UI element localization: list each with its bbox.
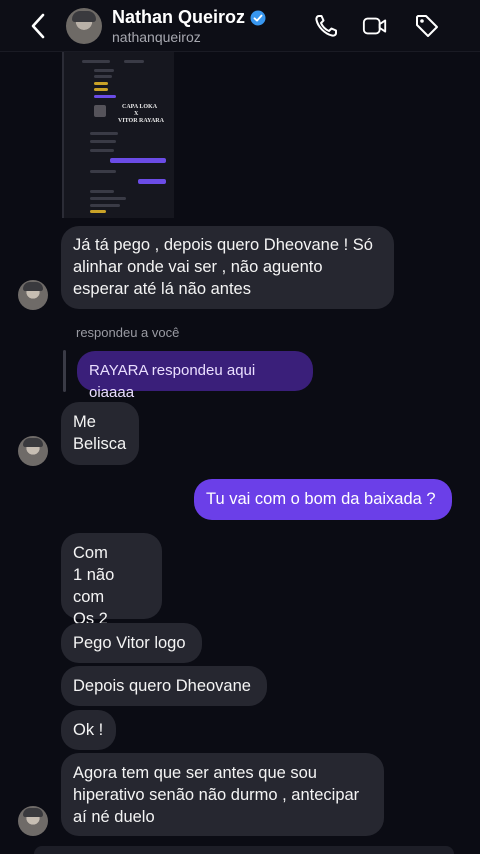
video-call-icon[interactable]	[362, 13, 388, 39]
message-bubble-out[interactable]: Tu vai com o bom da baixada ?	[194, 479, 452, 520]
contact-name[interactable]: Nathan Queiroz	[112, 7, 245, 28]
verified-badge-icon	[250, 10, 266, 25]
back-icon[interactable]	[26, 12, 52, 40]
quoted-reply-bubble[interactable]: RAYARA respondeu aqui oiaaaa	[77, 351, 313, 401]
message-bubble-in[interactable]: Pego Vitor logo	[61, 623, 202, 663]
contact-handle: nathanqueiroz	[112, 29, 201, 45]
tag-icon[interactable]	[414, 13, 440, 39]
sender-avatar[interactable]	[18, 436, 48, 466]
shared-screenshot-image[interactable]: CAPA LOKA X VITOR RAYARA	[62, 52, 174, 218]
reply-quote-bar	[63, 350, 66, 392]
reply-context-label: respondeu a você	[76, 325, 180, 340]
message-bubble-in[interactable]: Me Belisca	[61, 402, 139, 465]
message-bubble-in[interactable]: Já tá pego , depois quero Dheovane ! Só …	[61, 226, 394, 309]
shared-image-caption-3: VITOR RAYARA	[118, 118, 164, 124]
shared-image-caption-1: CAPA LOKA	[122, 104, 158, 110]
contact-name-row[interactable]: Nathan Queiroz	[112, 7, 266, 28]
contact-avatar[interactable]	[66, 8, 102, 44]
message-composer[interactable]	[34, 846, 454, 854]
message-bubble-in[interactable]: Com 1 não com Os 2	[61, 533, 162, 628]
sender-avatar[interactable]	[18, 280, 48, 310]
message-bubble-in[interactable]: Ok !	[61, 710, 116, 750]
shared-image-caption-2: X	[134, 111, 139, 117]
sender-avatar[interactable]	[18, 806, 48, 836]
message-bubble-in[interactable]: Agora tem que ser antes que sou hiperati…	[61, 753, 384, 836]
phone-call-icon[interactable]	[313, 13, 339, 39]
message-bubble-in[interactable]: Depois quero Dheovane	[61, 666, 267, 706]
chat-header: Nathan Queiroz nathanqueiroz	[0, 0, 480, 52]
